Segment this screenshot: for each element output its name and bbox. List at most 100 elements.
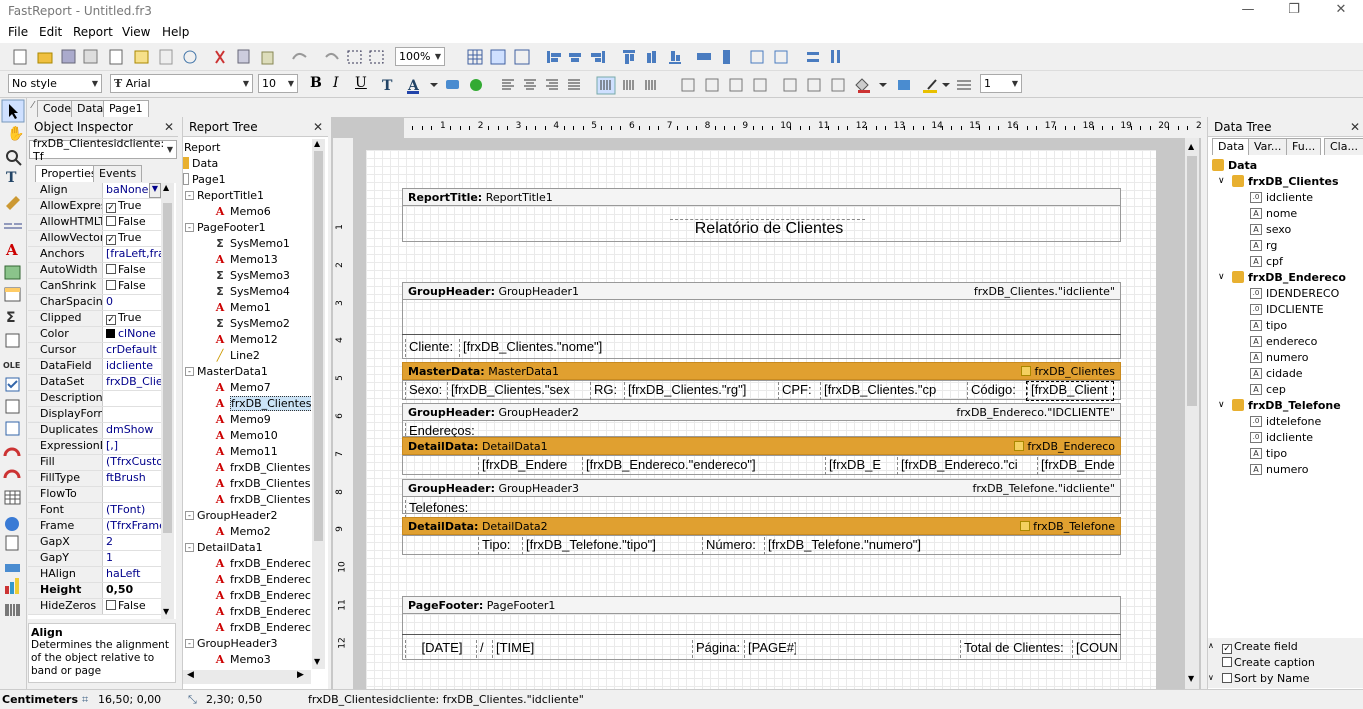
maximize-icon[interactable]: ❐: [1281, 2, 1307, 20]
tab-scroll-icon[interactable]: ⁄: [32, 100, 34, 111]
property-value[interactable]: [103, 391, 161, 406]
property-value[interactable]: [103, 487, 161, 502]
footer-divider-line[interactable]: [402, 634, 1121, 635]
band-header-groupheader2[interactable]: GroupHeader: GroupHeader2 frxDB_Endereco.…: [402, 403, 1121, 421]
tab-page1[interactable]: Page1: [103, 100, 149, 117]
tree-node[interactable]: AfrxDB_Endereco: [213, 555, 311, 571]
minimize-icon[interactable]: —: [1235, 2, 1261, 20]
property-row[interactable]: AllowHTMLTa False: [28, 215, 161, 231]
memo-tipo-label[interactable]: Tipo:: [478, 537, 520, 555]
property-row[interactable]: +DisplayForma: [28, 407, 161, 423]
collapse-down-icon[interactable]: ∨: [1208, 673, 1214, 682]
tree-node[interactable]: A Memo3: [213, 651, 271, 667]
tree-node[interactable]: AfrxDB_Clientesr: [213, 491, 311, 507]
file-edit-toolbar-icons[interactable]: [10, 47, 390, 67]
sort-by-name-checkbox[interactable]: [1222, 673, 1232, 683]
property-value[interactable]: [,]: [103, 439, 161, 454]
collapse-icon[interactable]: -: [185, 190, 194, 200]
scroll-thumb[interactable]: [314, 151, 323, 541]
property-checkbox[interactable]: [106, 600, 116, 610]
tree-node[interactable]: AfrxDB_Endereco: [213, 619, 311, 635]
property-value[interactable]: 1: [103, 551, 161, 566]
tree-node[interactable]: Σ SysMemo2: [213, 315, 290, 331]
band-header-detaildata2[interactable]: DetailData: DetailData2 frxDB_Telefone: [402, 517, 1121, 535]
memo-numero-value[interactable]: [frxDB_Telefone."numero"]: [764, 537, 926, 555]
tree-node[interactable]: Σ SysMemo3: [213, 267, 290, 283]
data-tree-node[interactable]: Arg: [1250, 237, 1277, 253]
style-select[interactable]: No style ▼: [8, 74, 102, 93]
data-tree-node[interactable]: ∨ frxDB_Endereco: [1218, 269, 1346, 285]
tree-node[interactable]: - DetailData1: [185, 539, 263, 555]
selected-object-select[interactable]: frxDB_Clientesidcliente: Tf ▼: [29, 137, 177, 163]
memo-codigo-value-selected[interactable]: [frxDB_Client: [1026, 381, 1114, 401]
tree-node[interactable]: AfrxDB_Clientesid: [213, 395, 311, 411]
property-row[interactable]: +Anchors[fraLeft,fra: [28, 247, 161, 263]
property-checkbox[interactable]: ✓: [106, 203, 116, 213]
memo-time[interactable]: [TIME]: [492, 640, 547, 658]
tab-functions[interactable]: Fu...: [1286, 138, 1322, 155]
italic-icon[interactable]: I: [333, 75, 339, 91]
property-row[interactable]: FlowTo: [28, 487, 161, 503]
collapse-icon[interactable]: -: [185, 638, 194, 648]
memo-rg-value[interactable]: [frxDB_Clientes."rg"]: [624, 382, 759, 400]
collapse-icon[interactable]: ∨: [1218, 272, 1228, 282]
property-value[interactable]: 0,50: [103, 583, 161, 598]
text-format-icons[interactable]: T A: [380, 75, 680, 95]
tree-node[interactable]: AfrxDB_Endereco: [213, 571, 311, 587]
tree-node[interactable]: Report: [183, 139, 220, 155]
tree-node[interactable]: - ReportTitle1: [185, 187, 264, 203]
memo-endereco-cep[interactable]: [frxDB_Ende: [1037, 457, 1117, 475]
memo-cpf-value[interactable]: [frxDB_Clientes."cp: [820, 382, 950, 400]
band-header-detaildata1[interactable]: DetailData: DetailData1 frxDB_Endereco: [402, 437, 1121, 455]
property-checkbox[interactable]: [106, 264, 116, 274]
property-row[interactable]: Cursor crDefault: [28, 343, 161, 359]
memo-report-title[interactable]: Relatório de Clientes: [670, 219, 865, 237]
property-value[interactable]: ✓ True: [103, 199, 161, 214]
sort-by-name-option[interactable]: Sort by Name: [1222, 672, 1310, 685]
menu-report[interactable]: Report: [73, 25, 113, 39]
tree-node[interactable]: A Memo9: [213, 411, 271, 427]
data-tree-node[interactable]: .0 idtelefone: [1250, 413, 1321, 429]
tab-variables[interactable]: Var...: [1248, 138, 1288, 155]
tree-node[interactable]: - GroupHeader3: [185, 635, 278, 651]
property-value[interactable]: [fraLeft,fra: [103, 247, 161, 262]
data-tree-node[interactable]: .0 idcliente: [1250, 189, 1313, 205]
scroll-thumb[interactable]: [163, 203, 172, 533]
property-row[interactable]: Duplicates dmShow: [28, 423, 161, 439]
tree-node[interactable]: A Memo2: [213, 523, 271, 539]
chevron-down-icon[interactable]: ▼: [148, 183, 161, 198]
property-value[interactable]: False: [103, 279, 161, 294]
tree-node[interactable]: Σ SysMemo1: [213, 235, 290, 251]
band-header-groupheader3[interactable]: GroupHeader: GroupHeader3 frxDB_Telefone.…: [402, 479, 1121, 497]
tab-events[interactable]: Events: [93, 165, 143, 182]
memo-pagina-label[interactable]: Página:: [692, 640, 744, 658]
tree-node[interactable]: AfrxDB_Endereco: [213, 603, 311, 619]
data-tree-node[interactable]: Data: [1212, 157, 1257, 173]
underline-icon[interactable]: U: [355, 75, 367, 91]
data-tree-node[interactable]: ∨ frxDB_Clientes: [1218, 173, 1339, 189]
memo-endereco-endereco[interactable]: [frxDB_Endereco."endereco"]: [582, 457, 812, 475]
property-row[interactable]: +Frame(TfrxFrame: [28, 519, 161, 535]
tab-data[interactable]: Data: [1212, 138, 1251, 155]
property-value[interactable]: idcliente: [103, 359, 161, 374]
memo-rg-label[interactable]: RG:: [590, 382, 624, 400]
font-select[interactable]: Ŧ Arial ▼: [110, 74, 253, 93]
tree-node[interactable]: A Memo10: [213, 427, 278, 443]
property-value[interactable]: (TfrxCusto: [103, 455, 161, 470]
data-tree-node[interactable]: Atipo: [1250, 445, 1287, 461]
collapse-icon[interactable]: ∨: [1218, 400, 1228, 410]
menu-file[interactable]: File: [8, 25, 28, 39]
property-checkbox[interactable]: ✓: [106, 235, 116, 245]
scroll-thumb[interactable]: [1187, 156, 1197, 406]
band-header-groupheader1[interactable]: GroupHeader: GroupHeader1 frxDB_Clientes.…: [402, 282, 1121, 300]
data-tree-node[interactable]: Atipo: [1250, 317, 1287, 333]
report-tree-hscrollbar[interactable]: ◀ ▶: [183, 670, 311, 684]
tree-node[interactable]: Σ SysMemo4: [213, 283, 290, 299]
frame-width-select[interactable]: 1 ▼: [980, 74, 1022, 93]
scroll-up-icon[interactable]: ▲: [163, 183, 169, 192]
tree-node[interactable]: A Memo11: [213, 443, 278, 459]
property-value[interactable]: [103, 407, 161, 422]
property-value[interactable]: ✓ True: [103, 231, 161, 246]
units-label[interactable]: Centimeters: [2, 693, 78, 706]
property-value[interactable]: clNone: [103, 327, 161, 342]
